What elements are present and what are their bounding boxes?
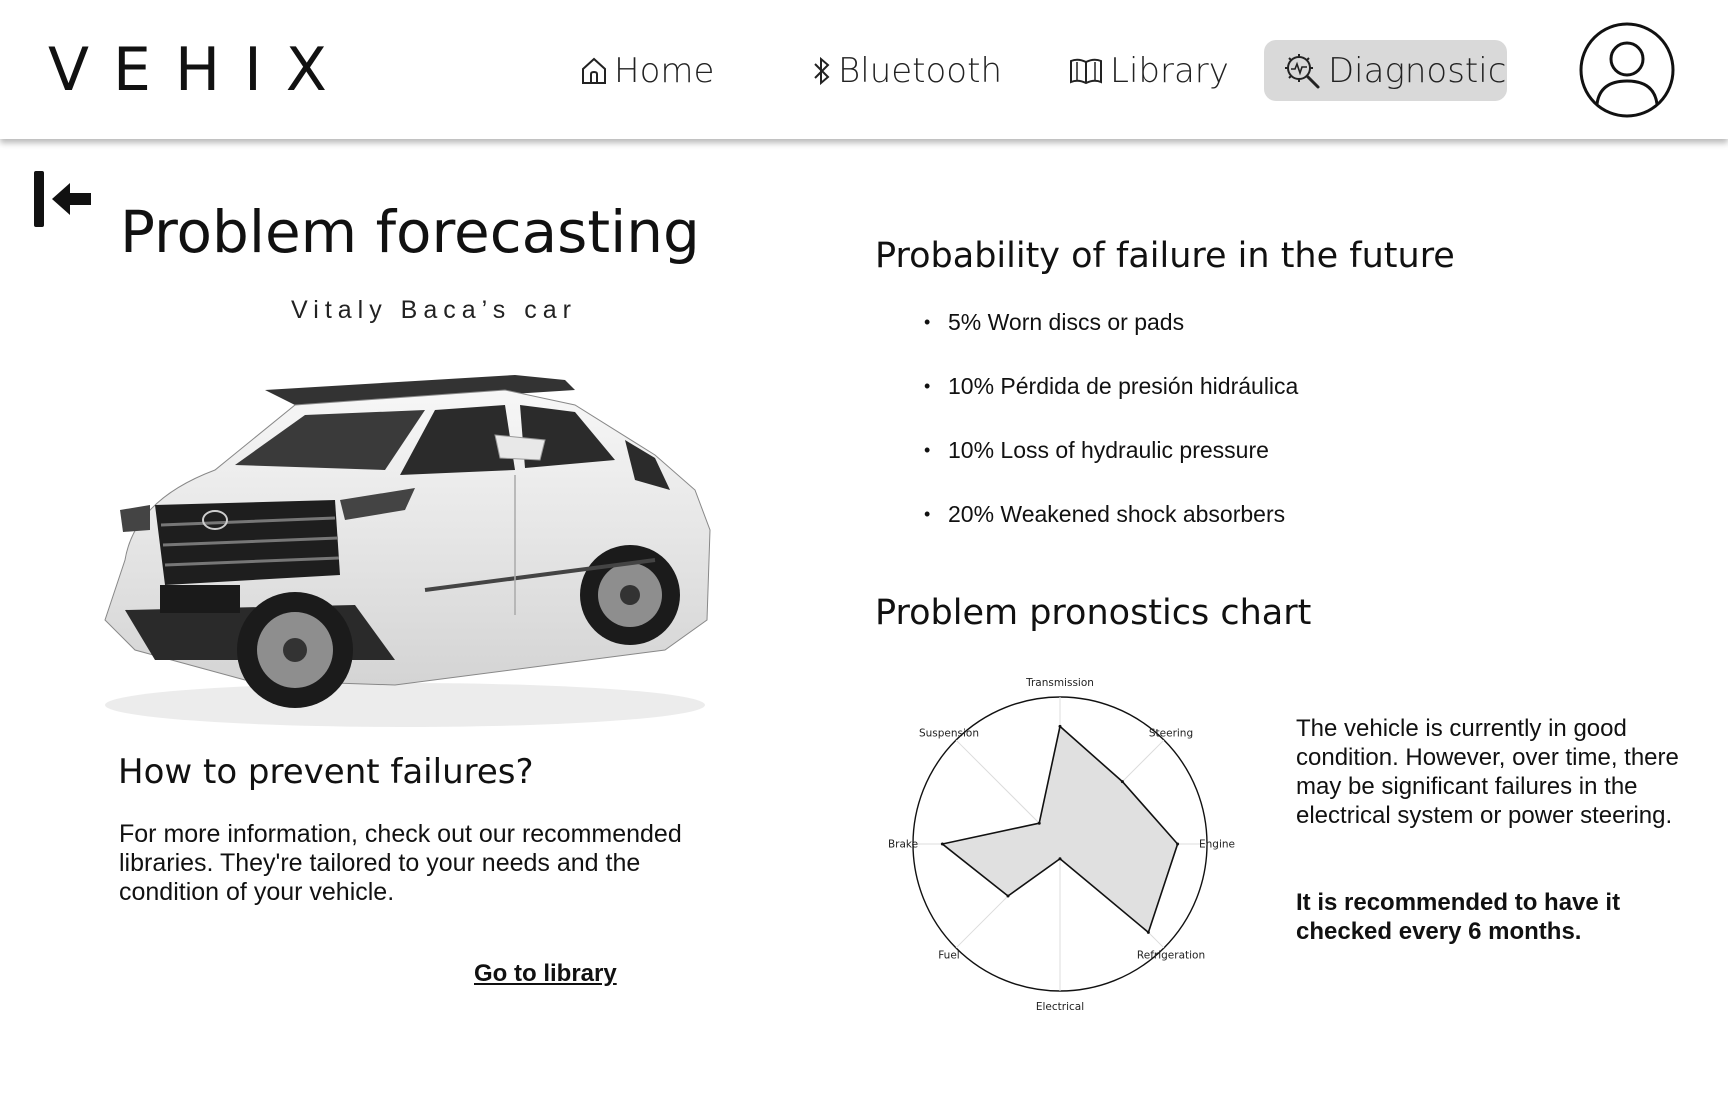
diagnostic-icon [1285, 53, 1320, 88]
radar-axis-label: Engine [1199, 839, 1235, 851]
radar-point [1120, 780, 1124, 784]
bluetooth-icon [814, 56, 830, 85]
vehicle-condition-summary: The vehicle is currently in good conditi… [1296, 715, 1679, 829]
maintenance-recommendation: It is recommended to have it checked eve… [1296, 889, 1621, 945]
book-icon [1070, 58, 1102, 84]
list-item: 5% Worn discs or pads [920, 305, 1298, 369]
car-image [104, 375, 711, 727]
nav-diagnostic[interactable]: Diagnostic [1264, 40, 1507, 101]
radar-point [1058, 857, 1062, 861]
radar-point [1176, 842, 1180, 846]
nav-home-label: Home [614, 50, 715, 91]
list-item: 10% Pérdida de presión hidráulica [920, 369, 1298, 433]
nav-library[interactable]: Library [1050, 40, 1247, 101]
pronostics-chart-heading: Problem pronostics chart [875, 593, 1312, 633]
prevent-failures-heading: How to prevent failures? [118, 752, 534, 792]
radar-point [1058, 724, 1062, 728]
radar-chart: Transmission Steering Engine Refrigeration E… [888, 677, 1235, 1013]
radar-axis-label: Suspension [919, 727, 979, 739]
nav-diagnostic-label: Diagnostic [1328, 50, 1507, 91]
radar-point [1146, 930, 1150, 934]
radar-point [1037, 821, 1041, 825]
collapse-left-arrow-icon[interactable] [30, 168, 94, 230]
radar-axis-label: Brake [888, 839, 918, 851]
nav-home[interactable]: Home [562, 40, 732, 101]
user-avatar-icon[interactable] [1578, 21, 1676, 119]
radar-axis-label: Fuel [938, 950, 960, 962]
nav-bluetooth[interactable]: Bluetooth [794, 40, 1020, 101]
radar-axis-label: Transmission [1025, 677, 1094, 689]
home-icon [582, 57, 606, 84]
probability-heading: Probability of failure in the future [875, 236, 1455, 276]
radar-axis-label: Steering [1149, 727, 1193, 739]
page-title: Problem forecasting [120, 198, 700, 266]
top-navigation-bar: VEHIX Home Bluetooth Library Diagnostic [0, 0, 1728, 139]
radar-point [1006, 894, 1010, 898]
radar-axis-label: Electrical [1036, 1001, 1084, 1013]
radar-point [940, 842, 944, 846]
probability-list: 5% Worn discs or pads 10% Pérdida de pre… [920, 305, 1298, 561]
radar-axis-label: Refrigeration [1137, 950, 1205, 962]
go-to-library-link[interactable]: Go to library [474, 960, 617, 988]
nav-library-label: Library [1110, 50, 1229, 91]
nav-bluetooth-label: Bluetooth [838, 50, 1002, 91]
vehix-logo[interactable]: VEHIX [48, 34, 351, 106]
list-item: 10% Loss of hydraulic pressure [920, 433, 1298, 497]
prevent-failures-text: For more information, check out our reco… [119, 820, 682, 906]
car-owner-subtitle: Vitaly Baca’s car [291, 296, 577, 324]
list-item: 20% Weakened shock absorbers [920, 497, 1298, 561]
